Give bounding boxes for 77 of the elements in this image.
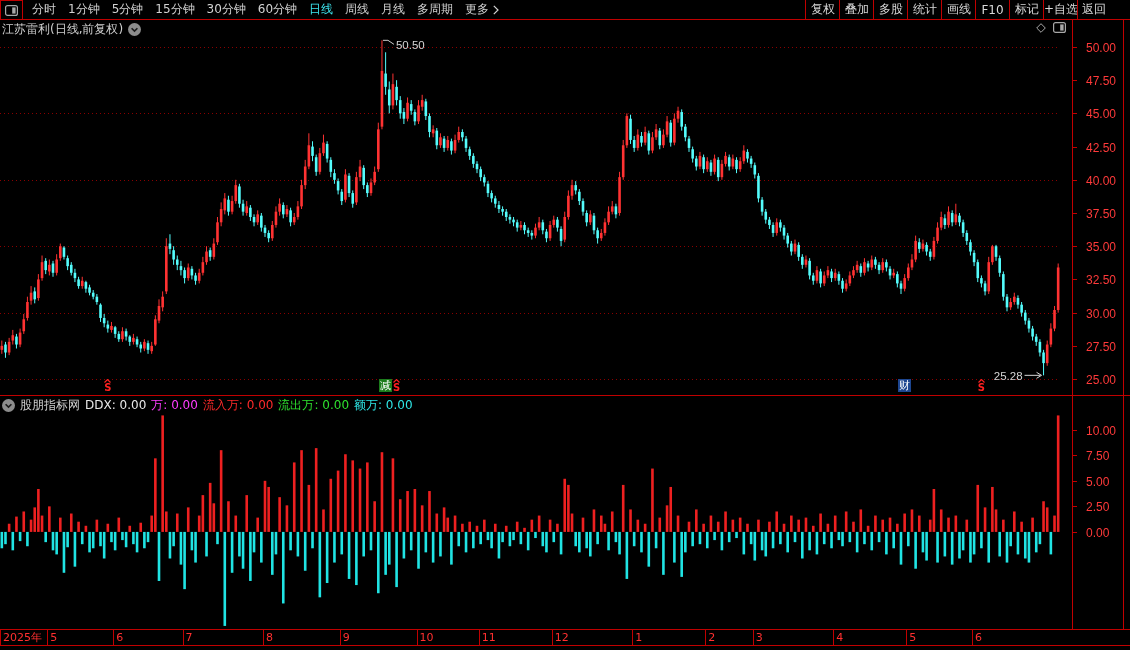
axis-label: 0.00 [1086,525,1110,540]
axis-label: 27.50 [1086,339,1117,354]
toolbar-button[interactable]: +自选 [1043,0,1077,19]
more-button[interactable]: 更多 [460,0,505,19]
period-tab[interactable]: 月线 [376,0,411,19]
toolbar-button[interactable]: 画线 [941,0,975,19]
axis-label: 7.50 [1086,448,1110,463]
toolbar-button[interactable]: 复权 [805,0,839,19]
chevron-down-icon[interactable] [2,398,15,412]
arrow-right-icon [1024,371,1043,379]
axis-label: 40.00 [1086,173,1117,188]
sidebar-toggle-icon [5,4,18,16]
period-tab[interactable]: 多周期 [412,0,459,19]
sidebar-toggle-button[interactable] [0,0,23,19]
date-label: 4 [833,630,844,645]
indicator-name: 股朋指标网 [20,396,80,414]
date-label: 3 [752,630,763,645]
axis-label: 42.50 [1086,140,1117,155]
date-label: 6 [972,630,983,645]
date-label: 7 [182,630,193,645]
indicator-readout: DDX: 0.00 [85,398,147,412]
axis-label: 45.00 [1086,106,1117,121]
chevron-right-icon [493,4,500,15]
caret-up-icon [104,379,112,383]
axis-label: 32.50 [1086,272,1117,287]
date-label: 2 [705,630,716,645]
pointer-hook-icon [382,39,395,45]
axis-label: 35.00 [1086,239,1117,254]
event-badge: 财 [897,379,911,392]
sidebar-toggle-icon[interactable] [1053,22,1066,33]
date-label: 5 [906,630,917,645]
chevron-down-icon[interactable] [128,22,142,36]
axis-label: 25.00 [1086,372,1117,387]
period-tab[interactable]: 60分钟 [252,0,303,19]
date-label: 11 [478,630,496,645]
price-label: 50.50 [395,39,425,52]
period-tab[interactable]: 15分钟 [150,0,200,19]
signal-marker: S [392,383,401,392]
toolbar-button[interactable]: 统计 [907,0,941,19]
period-tab[interactable]: 30分钟 [201,0,251,19]
stock-title: 江苏雷利(日线,前复权) [2,20,124,38]
event-badge: 减 [378,379,392,392]
axis-label: 37.50 [1086,206,1117,221]
date-label: 12 [551,630,569,645]
period-tab[interactable]: 1分钟 [63,0,105,19]
date-label: 9 [339,630,350,645]
toolbar-button[interactable]: 标记 [1009,0,1043,19]
period-tab[interactable]: 分时 [27,0,61,19]
date-label: 1 [632,630,643,645]
period-tab[interactable]: 周线 [340,0,375,19]
indicator-readout: 万: 0.00 [151,396,198,414]
date-label: 10 [416,630,434,645]
axis-label: 5.00 [1086,474,1110,489]
toolbar-button[interactable]: 返回 [1077,0,1130,19]
caret-up-icon [977,379,985,383]
date-label: 2025年 [0,630,42,645]
period-tab[interactable]: 5分钟 [106,0,149,19]
signal-marker: S [104,383,112,392]
indicator-readout: 流出万: 0.00 [278,396,349,414]
axis-label: 47.50 [1086,73,1117,88]
signal-marker: S [977,383,985,392]
toolbar-button[interactable]: 多股 [873,0,907,19]
diamond-icon[interactable] [1036,22,1046,33]
axis-label: 50.00 [1086,40,1117,55]
price-label: 25.28 [993,369,1023,382]
axis-label: 10.00 [1086,423,1117,438]
axis-label: 30.00 [1086,306,1117,321]
date-label: 8 [263,630,273,645]
toolbar-button[interactable]: F10 [975,0,1009,19]
date-label: 5 [47,630,58,645]
axis-label: 2.50 [1086,499,1110,514]
date-label: 6 [113,630,124,645]
caret-up-icon [393,379,401,383]
toolbar-button[interactable]: 叠加 [839,0,873,19]
indicator-readout: 流入万: 0.00 [202,396,274,414]
indicator-readout: 额万: 0.00 [354,396,413,414]
period-tab[interactable]: 日线 [304,0,339,19]
